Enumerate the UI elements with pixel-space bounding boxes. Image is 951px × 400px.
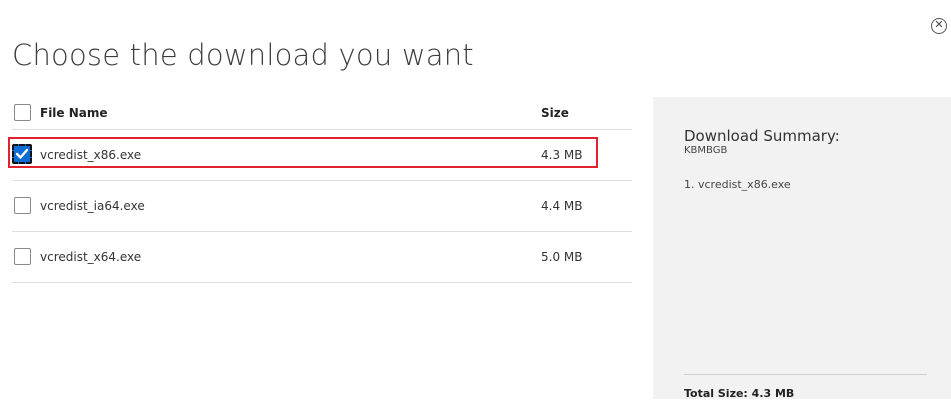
select-all-checkbox[interactable] <box>14 104 31 121</box>
file-size: 4.4 MB <box>541 199 583 213</box>
summary-divider <box>684 374 927 375</box>
summary-item: 1. vcredist_x86.exe <box>684 178 791 191</box>
file-name: vcredist_x64.exe <box>40 250 142 264</box>
size-header: Size <box>541 106 569 120</box>
file-size: 5.0 MB <box>541 250 583 264</box>
table-header: File Name Size <box>12 96 632 130</box>
table-row[interactable]: vcredist_x86.exe 4.3 MB <box>8 130 632 181</box>
table-row[interactable]: vcredist_x64.exe 5.0 MB <box>12 232 632 283</box>
file-checkbox-x86[interactable] <box>12 144 32 164</box>
file-table: File Name Size vcredist_x86.exe 4.3 MB v… <box>8 96 632 283</box>
file-size: 4.3 MB <box>541 148 583 162</box>
page-title: Choose the download you want <box>12 38 474 72</box>
summary-title: Download Summary: <box>684 127 840 145</box>
download-summary-panel: Download Summary: KBMBGB 1. vcredist_x86… <box>653 97 951 400</box>
checkmark-icon <box>15 148 29 159</box>
summary-units: KBMBGB <box>684 145 728 156</box>
close-icon[interactable]: ✕ <box>931 18 947 34</box>
total-size: Total Size: 4.3 MB <box>684 387 795 400</box>
file-checkbox-ia64[interactable] <box>14 197 31 214</box>
file-name-header: File Name <box>40 106 108 120</box>
file-checkbox-x64[interactable] <box>14 248 31 265</box>
table-row[interactable]: vcredist_ia64.exe 4.4 MB <box>12 181 632 232</box>
file-name: vcredist_x86.exe <box>40 148 142 162</box>
file-name: vcredist_ia64.exe <box>40 199 145 213</box>
